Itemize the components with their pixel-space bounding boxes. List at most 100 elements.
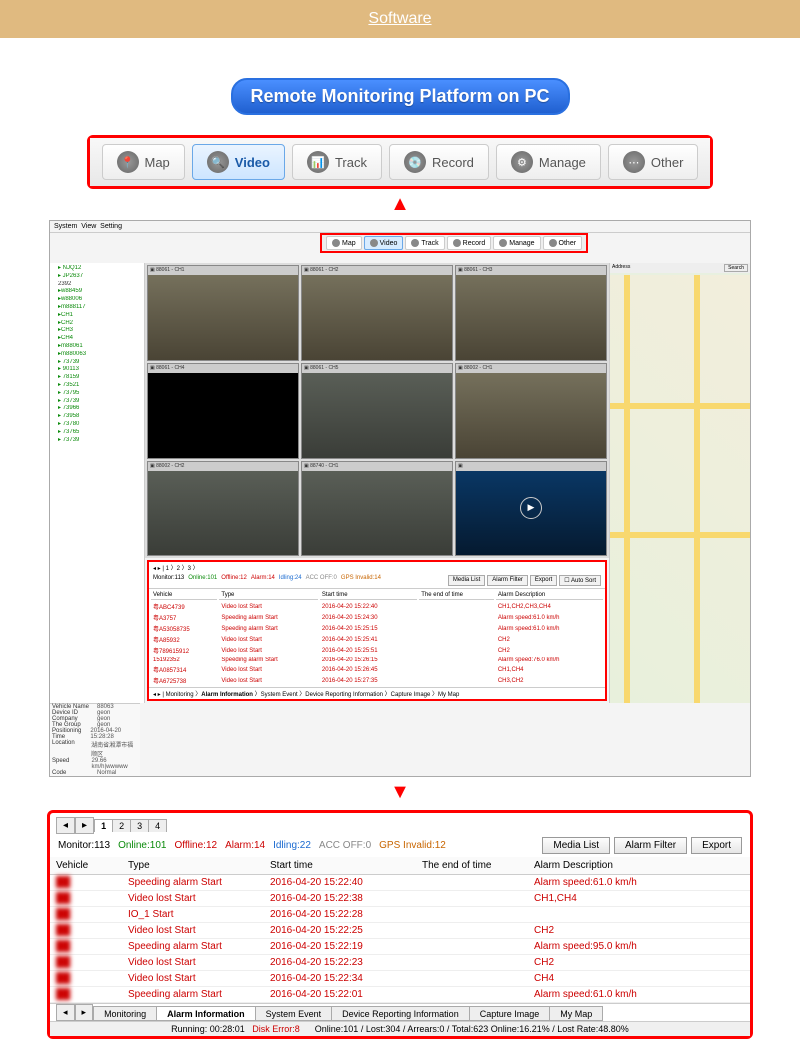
video-cell-1[interactable]: ▣ 88061 - CH1 [147, 265, 299, 361]
tree-item[interactable]: ▸ 90113 [52, 366, 142, 374]
tree-item[interactable]: ▸m880063 [52, 351, 142, 359]
export-button[interactable]: Export [691, 837, 742, 854]
tree-item[interactable]: ▸CH2 [52, 320, 142, 328]
arrow-up-icon: ▲ [0, 193, 800, 216]
tree-item[interactable]: ▸ 73765 [52, 429, 142, 437]
mini-export-button[interactable]: Export [530, 575, 557, 586]
page-tab-4[interactable]: 4 [148, 819, 167, 832]
mini-video-button[interactable]: Video [364, 236, 404, 250]
mini-autosort-checkbox[interactable]: ☐ Auto Sort [559, 575, 601, 586]
tree-item[interactable]: ▸ 73739 [52, 437, 142, 445]
tree-item[interactable]: ▸m888117 [52, 304, 142, 312]
media-list-button[interactable]: Media List [542, 837, 610, 854]
table-row[interactable]: ██Speeding alarm Start2016-04-20 15:22:0… [50, 987, 750, 1003]
alarm-filter-button[interactable]: Alarm Filter [614, 837, 687, 854]
tree-item[interactable]: ▸ 73521 [52, 382, 142, 390]
mini-gps: GPS Invalid:14 [341, 575, 381, 586]
app-screenshot: MapVideoTrackRecordManageOther System Vi… [49, 220, 751, 777]
video-cell-3[interactable]: ▣ 88061 - CH3 [455, 265, 607, 361]
tree-item[interactable]: ▸ 73966 [52, 405, 142, 413]
table-row[interactable]: ██Speeding alarm Start2016-04-20 15:22:1… [50, 939, 750, 955]
tree-item[interactable]: ▸ NJQ12 [52, 265, 142, 273]
mini-status-line: Monitor:113 Online:101 Offline:12 Alarm:… [149, 573, 605, 589]
bottom-tab-alarm-information[interactable]: Alarm Information [156, 1006, 256, 1021]
page-next-button[interactable]: ▸ [75, 817, 94, 834]
tree-item[interactable]: ▸CH3 [52, 327, 142, 335]
mini-toolbar-highlight: MapVideoTrackRecordManageOther [320, 233, 588, 253]
platform-title-wrap: Remote Monitoring Platform on PC [0, 78, 800, 115]
toolbar-track-button[interactable]: 📊Track [292, 144, 382, 180]
table-row[interactable]: ██IO_1 Start2016-04-20 15:22:28 [50, 907, 750, 923]
toolbar-map-button[interactable]: 📍Map [102, 144, 185, 180]
mini-manage-button[interactable]: Manage [493, 236, 540, 250]
toolbar-other-button[interactable]: ⋯Other [608, 144, 699, 180]
table-row[interactable]: ██Video lost Start2016-04-20 15:22:38CH1… [50, 891, 750, 907]
big-alarm-highlight: ◂ ▸ 1234 Monitor:113 Online:101 Offline:… [47, 810, 753, 1039]
video-cell-4[interactable]: ▣ 88061 - CH4 [147, 363, 299, 459]
tree-item[interactable]: ▸ JP2637 [52, 273, 142, 281]
main-toolbar: 📍Map🔍Video📊Track💿Record⚙Manage⋯Other [90, 138, 710, 186]
video-cell-5[interactable]: ▣ 88061 - CH5 [301, 363, 453, 459]
btab-next[interactable]: ▸ [75, 1004, 94, 1021]
tree-item[interactable]: ▸ 73795 [52, 390, 142, 398]
app-menubar: System View Setting [50, 221, 750, 233]
arrow-down-icon: ▼ [0, 781, 800, 804]
mini-idling: Idling:24 [279, 575, 302, 586]
software-title: Software [368, 10, 431, 27]
bottom-tab-device-reporting-information[interactable]: Device Reporting Information [331, 1006, 470, 1021]
video-cell-7[interactable]: ▣ 88002 - CH2 [147, 461, 299, 557]
table-row[interactable]: ██Speeding alarm Start2016-04-20 15:22:4… [50, 875, 750, 891]
tree-item[interactable]: ▸ 73739 [52, 398, 142, 406]
btab-prev[interactable]: ◂ [56, 1004, 75, 1021]
video-icon: 🔍 [207, 151, 229, 173]
bottom-tab-capture-image[interactable]: Capture Image [469, 1006, 551, 1021]
mini-map-button[interactable]: Map [326, 236, 362, 250]
toolbar-manage-button[interactable]: ⚙Manage [496, 144, 601, 180]
toolbar-video-button[interactable]: 🔍Video [192, 144, 285, 180]
video-cell-8[interactable]: ▣ 88740 - CH1 [301, 461, 453, 557]
mini-record-button[interactable]: Record [447, 236, 492, 250]
map-panel[interactable]: AddressSearch [609, 263, 750, 703]
status-offline: Offline:12 [174, 840, 217, 851]
mini-alarm: Alarm:14 [251, 575, 275, 586]
tree-item[interactable]: ▸ 73739 [52, 359, 142, 367]
tree-item[interactable]: 2392 [52, 281, 142, 289]
play-icon[interactable]: ▶ [520, 497, 542, 519]
table-row[interactable]: ██Video lost Start2016-04-20 15:22:25CH2 [50, 923, 750, 939]
bottom-tab-system-event[interactable]: System Event [255, 1006, 333, 1021]
bottom-tab-my-map[interactable]: My Map [549, 1006, 603, 1021]
video-cell-9[interactable]: ▣ ▶ [455, 461, 607, 557]
mini-offline: Offline:12 [221, 575, 247, 586]
status-accoff: ACC OFF:0 [319, 840, 371, 851]
tree-item[interactable]: ▸CH1 [52, 312, 142, 320]
toolbar-record-button[interactable]: 💿Record [389, 144, 489, 180]
tree-item[interactable]: ▸w88459 [52, 288, 142, 296]
tree-item[interactable]: ▸ 73958 [52, 413, 142, 421]
tree-item[interactable]: ▸m88061 [52, 343, 142, 351]
video-grid-area: ▣ 88061 - CH1▣ 88061 - CH2▣ 88061 - CH3▣… [145, 263, 609, 558]
mini-alarm-table: VehicleTypeStart timeThe end of timeAlar… [149, 589, 605, 687]
page-tab-1[interactable]: 1 [94, 819, 113, 832]
table-row[interactable]: ██Video lost Start2016-04-20 15:22:34CH4 [50, 971, 750, 987]
page-tab-2[interactable]: 2 [112, 819, 131, 832]
table-row[interactable]: ██Video lost Start2016-04-20 15:22:23CH2 [50, 955, 750, 971]
software-header: Software [0, 0, 800, 38]
tree-item[interactable]: ▸ 73780 [52, 421, 142, 429]
bottom-tab-monitoring[interactable]: Monitoring [93, 1006, 157, 1021]
bottom-tabs: ◂ ▸ MonitoringAlarm InformationSystem Ev… [50, 1003, 750, 1021]
page-prev-button[interactable]: ◂ [56, 817, 75, 834]
mini-filter-button[interactable]: Alarm Filter [487, 575, 528, 586]
mini-track-button[interactable]: Track [405, 236, 444, 250]
video-cell-2[interactable]: ▣ 88061 - CH2 [301, 265, 453, 361]
info-panel: Vehicle Name88063Device IDgeonCompanygeo… [50, 703, 140, 776]
status-idling: Idling:22 [273, 840, 311, 851]
mini-other-button[interactable]: Other [543, 236, 583, 250]
mini-media-button[interactable]: Media List [448, 575, 485, 586]
tree-panel[interactable]: ▸ NJQ12▸ JP2637 2392▸w88459▸w88006▸m8881… [50, 263, 145, 703]
tree-item[interactable]: ▸w88006 [52, 296, 142, 304]
tree-item[interactable]: ▸CH4 [52, 335, 142, 343]
tree-item[interactable]: ▸ 78159 [52, 374, 142, 382]
video-cell-6[interactable]: ▣ 88002 - CH1 [455, 363, 607, 459]
platform-title: Remote Monitoring Platform on PC [231, 78, 570, 115]
page-tab-3[interactable]: 3 [130, 819, 149, 832]
